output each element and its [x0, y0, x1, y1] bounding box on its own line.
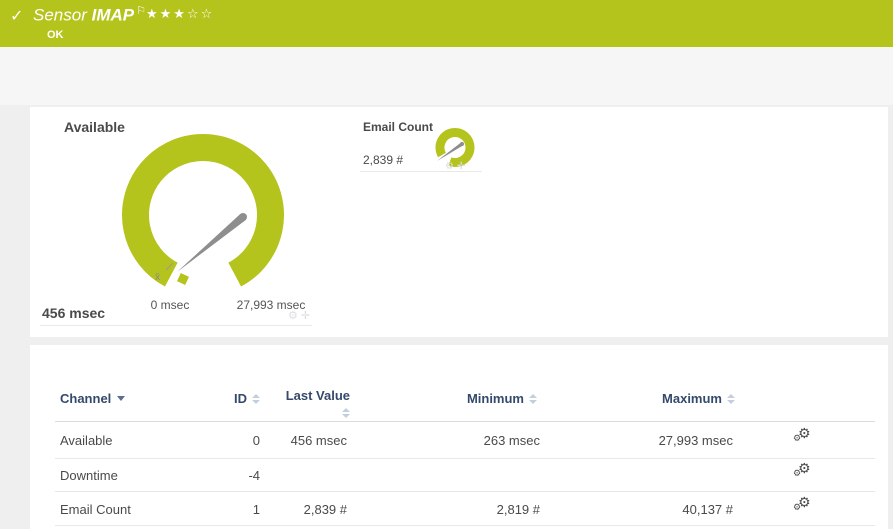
gauges-panel: Available x̄ 0 msec 27,993 msec ⚙✛ 456 m… [30, 107, 888, 337]
ok-check-icon: ✓ [10, 6, 24, 25]
row-divider [55, 525, 875, 526]
gauge-available[interactable]: x̄ [103, 118, 303, 323]
column-header-id-label: ID [234, 391, 247, 406]
column-header-minimum[interactable]: Minimum [410, 391, 537, 406]
channel-settings-gear-icon[interactable]: ⚙ ⚙ [793, 462, 811, 479]
gauge-scale-min: 0 msec [150, 298, 190, 312]
cell-channel: Email Count [60, 502, 131, 517]
page-title: Sensor IMAP ⚐ [33, 4, 146, 26]
gauge-needle-hub [239, 213, 247, 221]
column-header-last-value-label: Last Value [285, 388, 350, 403]
cell-last-value: 2,839 # [303, 502, 347, 517]
gauge-gear-icon[interactable]: ⚙ [288, 309, 301, 322]
gauge-average-marker: x̄ [155, 272, 160, 283]
sort-icon[interactable] [529, 394, 537, 404]
title-prefix: Sensor [33, 5, 87, 25]
cell-id: 0 [252, 433, 260, 448]
gauge-needle-hub-small [460, 142, 464, 146]
cell-id: -4 [248, 468, 260, 483]
flag-icon[interactable]: ⚐ [136, 4, 146, 17]
sensor-name: IMAP [91, 5, 135, 25]
cell-last-value: 456 msec [290, 433, 347, 448]
column-header-last-value[interactable]: Last Value [278, 387, 350, 421]
gauge-available-value: 456 msec [42, 305, 106, 321]
column-header-minimum-label: Minimum [466, 391, 524, 406]
column-header-maximum-label: Maximum [662, 391, 722, 406]
gauge-value-marker [177, 273, 189, 285]
table-row-email-count: Email Count 1 2,839 # 2,819 # 40,137 # ⚙… [30, 491, 888, 525]
gauge-divider [40, 325, 312, 326]
table-row-downtime: Downtime -4 ⚙ ⚙ [30, 458, 888, 491]
star-rating[interactable]: ★★★☆☆ [146, 7, 214, 22]
column-header-id[interactable]: ID [158, 391, 260, 406]
cell-minimum: 2,819 # [496, 502, 540, 517]
gauge-divider-small [360, 171, 482, 172]
channel-settings-gear-icon[interactable]: ⚙ ⚙ [793, 427, 811, 444]
channel-table-panel: Channel ID Last Value Minimum Maximum Av… [30, 345, 888, 529]
table-row-available: Available 0 456 msec 263 msec 27,993 mse… [30, 422, 888, 458]
cell-channel: Downtime [60, 468, 118, 483]
column-header-channel-label: Channel [60, 391, 112, 406]
status-badge: OK [47, 29, 64, 41]
sort-desc-icon [117, 396, 126, 401]
gauge-pin-icon[interactable]: ✛ [301, 309, 313, 322]
cell-channel: Available [60, 433, 113, 448]
cell-maximum: 27,993 msec [658, 433, 733, 448]
channel-settings-gear-icon[interactable]: ⚙ ⚙ [793, 496, 811, 513]
sensor-page: ✓ Sensor IMAP⚐ ★★★☆☆ OK Overview [0, 0, 893, 529]
sort-icon[interactable] [252, 394, 260, 404]
gauge-arc [122, 134, 284, 287]
cell-id: 1 [252, 502, 260, 517]
tab-bar: Overview Live Data 2 days 30 days [0, 47, 893, 145]
sort-icon[interactable] [727, 394, 735, 404]
gauge-hover-tools[interactable]: ⚙✛ [288, 309, 313, 322]
sensor-header: ✓ Sensor IMAP ⚐ ★★★☆☆ OK [0, 0, 893, 47]
gauge-email-count-value: 2,839 # [363, 153, 404, 167]
column-header-maximum[interactable]: Maximum [603, 391, 735, 406]
cell-maximum: 40,137 # [682, 502, 733, 517]
cell-minimum: 263 msec [483, 433, 540, 448]
gauge-email-count-title: Email Count [363, 120, 434, 134]
column-header-channel[interactable]: Channel [60, 391, 126, 406]
sort-icon[interactable] [342, 408, 350, 418]
